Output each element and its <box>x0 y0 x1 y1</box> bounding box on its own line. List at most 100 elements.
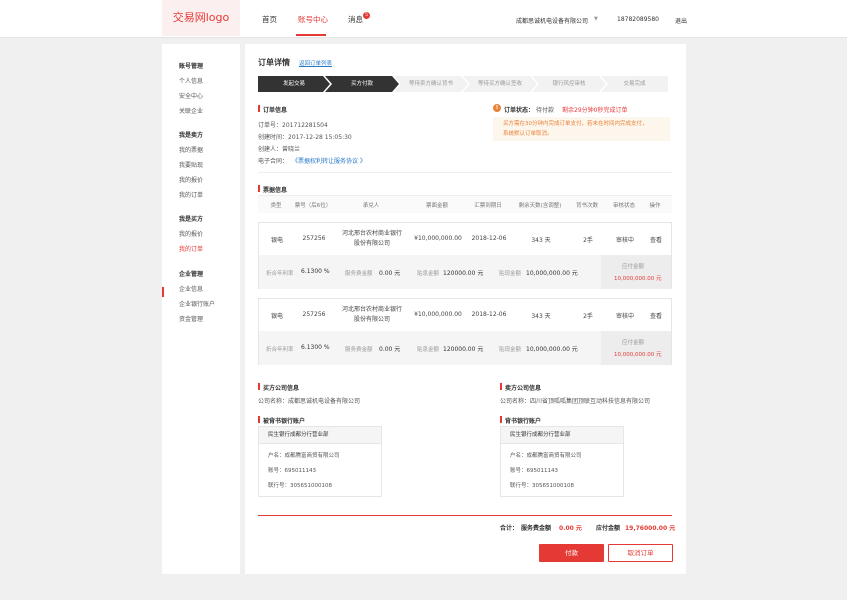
payable-cell: 应付金额 10,000,000.00 元 <box>601 331 671 365</box>
summary-divider <box>258 515 672 516</box>
discount-amount: 10,000,000.00 元 <box>526 346 578 353</box>
payable-cell: 应付金额 10,000,000.00 元 <box>601 255 671 289</box>
sidebar-item-funds[interactable]: 资金管理 <box>179 314 203 323</box>
sidebar-item-company-info[interactable]: 企业信息 <box>179 284 203 293</box>
payable-label: 应付金额 <box>622 264 645 270</box>
buyer-info-title: 买方公司信息 <box>263 385 300 392</box>
sidebar-item-buyer-orders[interactable]: 我的订单 <box>179 244 203 253</box>
sidebar-item-security[interactable]: 安全中心 <box>179 91 203 100</box>
bill-acceptor: 股份有限公司 <box>353 240 391 247</box>
sidebar-item-profile[interactable]: 个人信息 <box>179 76 203 85</box>
bank-code: 联行号：305651000108 <box>510 483 574 489</box>
bill-card: 银电 257256 河北邢台农村商业银行 股份有限公司 ¥10,000,000.… <box>258 222 672 289</box>
bill-acceptor: 河北邢台农村商业银行 <box>341 230 403 237</box>
nav-home[interactable]: 首页 <box>262 14 277 25</box>
bill-due-date: 2018-12-06 <box>471 235 507 242</box>
bill-endorse-count: 2手 <box>583 313 593 320</box>
view-bill-link[interactable]: 查看 <box>650 311 662 320</box>
buyer-company-name: 公司名称：成都思诚机电设备有限公司 <box>258 398 361 405</box>
step-buyer-pay: 买方付款 <box>350 81 373 87</box>
discount-label: 贴息金额 <box>417 271 440 277</box>
discount-amount: 10,000,000.00 元 <box>526 270 578 277</box>
payment-countdown: 剩余29分钟0秒完成订单 <box>562 107 628 114</box>
sidebar-item-seller-orders[interactable]: 我的订单 <box>179 190 203 199</box>
sidebar-group-title: 企业管理 <box>179 271 204 278</box>
rate-label: 折合年利率 <box>266 271 294 277</box>
fee-label: 服务费金额 <box>345 347 373 353</box>
contract-link[interactable]: 《票据权利转让服务协议 》 <box>292 156 366 165</box>
net-label: 贴现金额 <box>499 271 522 277</box>
bill-number: 257256 <box>302 235 326 242</box>
page-title: 订单详情 <box>258 58 290 67</box>
payment-notice: 买方需在30分钟内完成订单支付，若未在时间内完成支付， 系统默认订单取消。 <box>493 117 670 141</box>
bank-code: 联行号：305651000108 <box>268 483 332 489</box>
rate-label: 折合年利率 <box>266 347 294 353</box>
back-to-orders-link[interactable]: 返回订单列表 <box>299 59 332 67</box>
divider <box>258 172 672 173</box>
sidebar-group-title: 账号管理 <box>179 63 204 70</box>
sidebar-item-linked-company[interactable]: 关联企业 <box>179 106 203 115</box>
cancel-order-button[interactable]: 取消订单 <box>608 544 673 562</box>
order-progress-steps: 发起交易 买方付款 等待卖方确认背书 等待买方确认签收 银行风控审核 交易完成 <box>258 76 668 92</box>
payable-label: 应付金额 <box>622 340 645 346</box>
nav-active-underline <box>296 34 326 36</box>
bank-name: 民生银行成都分行营业部 <box>501 427 623 444</box>
bill-card: 银电 257256 河北邢台农村商业银行 股份有限公司 ¥10,000,000.… <box>258 298 672 365</box>
order-number: 订单号：201712281504 <box>258 122 328 129</box>
section-marker <box>258 185 260 192</box>
annual-rate: 6.1300 % <box>301 268 330 275</box>
seller-bank-title: 背书银行账户 <box>505 418 542 425</box>
sidebar-group-title: 我是卖方 <box>179 132 204 139</box>
nav-account-center[interactable]: 账号中心 <box>298 14 328 25</box>
section-marker <box>500 416 502 423</box>
column-header: 剩余天数(含调整) <box>518 203 562 209</box>
contract-label: 电子合同： <box>258 158 289 165</box>
chevron-down-icon[interactable]: ▼ <box>594 16 598 22</box>
step-buyer-receive: 等待买方确认签收 <box>477 81 522 87</box>
column-header: 背书次数 <box>575 203 599 209</box>
column-header: 承兑人 <box>362 203 380 209</box>
bill-acceptor: 河北邢台农村商业银行 <box>341 306 403 313</box>
sidebar-item-buyer-quotes[interactable]: 我的报价 <box>179 229 203 238</box>
service-fee: 0.00 元 <box>379 346 401 353</box>
section-marker <box>258 383 260 390</box>
bill-table-header: 类型 票号（后6位） 承兑人 票面金额 汇票到期日 剩余天数(含调整) 背书次数… <box>258 195 672 213</box>
account-holder: 户名：成都腾富商贸有限公司 <box>268 453 340 459</box>
column-header: 操作 <box>649 203 661 209</box>
nav-messages[interactable]: 消息 <box>348 14 363 25</box>
account-holder: 户名：成都腾富商贸有限公司 <box>510 453 582 459</box>
site-logo[interactable]: 交易网logo <box>162 0 240 36</box>
order-created-time: 创建时间：2017-12-28 15:05:30 <box>258 134 352 141</box>
payable-amount: 10,000,000.00 元 <box>614 276 662 282</box>
bill-card-footer: 折合年利率 6.1300 % 服务费金额 0.00 元 贴息金额 120000.… <box>259 331 671 365</box>
column-header: 票号（后6位） <box>294 203 332 209</box>
sidebar-item-my-bills[interactable]: 我的票据 <box>179 145 203 154</box>
buyer-bank-card: 民生银行成都分行营业部 户名：成都腾富商贸有限公司 账号：695011143 联… <box>258 426 382 497</box>
step-initiate: 发起交易 <box>282 81 305 87</box>
order-status-value: 待付款 <box>536 107 555 114</box>
bank-name: 民生银行成都分行营业部 <box>259 427 381 444</box>
view-bill-link[interactable]: 查看 <box>650 235 662 244</box>
sidebar-item-discount[interactable]: 我要贴现 <box>179 160 203 169</box>
seller-bank-card: 民生银行成都分行营业部 户名：成都腾富商贸有限公司 账号：695011143 联… <box>500 426 624 497</box>
step-seller-endorse: 等待卖方确认背书 <box>408 81 453 87</box>
bill-review-status: 审核中 <box>615 237 635 244</box>
discount-interest: 120000.00 元 <box>443 270 484 277</box>
column-header: 审核状态 <box>612 203 636 209</box>
logout-link[interactable]: 退出 <box>675 16 687 25</box>
fee-label: 服务费金额 <box>345 271 373 277</box>
bill-review-status: 审核中 <box>615 313 635 320</box>
sidebar-item-seller-quotes[interactable]: 我的报价 <box>179 175 203 184</box>
bill-amount: ¥10,000,000.00 <box>414 311 462 318</box>
seller-info-title: 卖方公司信息 <box>505 385 542 392</box>
column-header: 汇票到期日 <box>474 203 502 209</box>
buyer-bank-title: 被背书银行账户 <box>263 418 306 425</box>
company-selector[interactable]: 成都思诚机电设备有限公司 <box>516 16 588 25</box>
section-marker <box>258 416 260 423</box>
sidebar-item-bank-accounts[interactable]: 企业银行账户 <box>179 299 215 308</box>
summary-fee-label: 服务费金额 <box>521 525 552 532</box>
user-phone: 18782089580 <box>617 16 659 23</box>
bill-amount: ¥10,000,000.00 <box>414 235 462 242</box>
pay-button[interactable]: 付款 <box>539 544 604 562</box>
service-fee: 0.00 元 <box>379 270 401 277</box>
